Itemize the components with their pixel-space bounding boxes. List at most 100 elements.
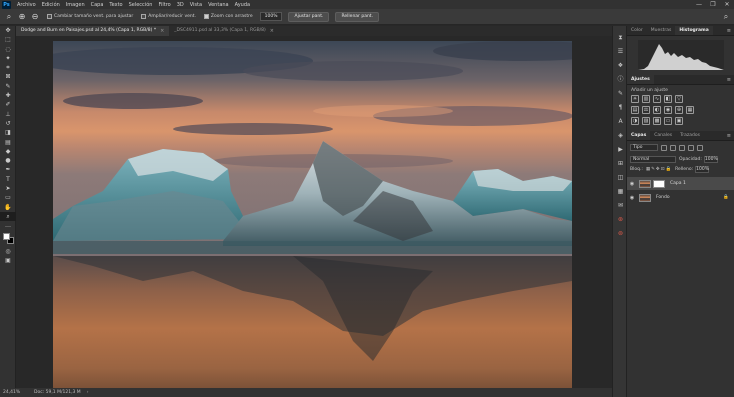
- tab-swatches[interactable]: Muestras: [647, 26, 676, 35]
- plugin-orange-icon[interactable]: ⊚: [613, 228, 628, 239]
- threshold-icon[interactable]: ▩: [653, 117, 661, 125]
- tab-dodge-and-burn[interactable]: Dodge and Burn en Paisajes.psd al 24,4% …: [16, 26, 170, 36]
- canvas-area[interactable]: [16, 36, 612, 388]
- frame-tool-icon[interactable]: ⊠: [0, 72, 16, 81]
- zoom-out-icon[interactable]: ⊖: [30, 12, 40, 22]
- menu-archivo[interactable]: Archivo: [14, 2, 39, 8]
- layer-comps-icon[interactable]: ◫: [613, 172, 628, 183]
- zoom-all-checkbox[interactable]: [141, 14, 147, 19]
- layer-row-capa-1[interactable]: ◉ Capa 1: [627, 177, 734, 190]
- zoom-tool-icon[interactable]: ⌕: [4, 12, 14, 22]
- exposure-icon[interactable]: ◧: [664, 95, 672, 103]
- healing-brush-tool-icon[interactable]: ✚: [0, 91, 16, 100]
- document-image[interactable]: [53, 41, 572, 388]
- rectangle-tool-icon[interactable]: ▭: [0, 193, 16, 202]
- tab-color[interactable]: Color: [627, 26, 647, 35]
- pen-tool-icon[interactable]: ✒: [0, 165, 16, 174]
- resize-windows-checkbox[interactable]: [47, 14, 52, 19]
- panel-menu-icon[interactable]: ≡: [724, 75, 734, 84]
- curves-icon[interactable]: ∿: [653, 95, 661, 103]
- menu-texto[interactable]: Texto: [106, 2, 125, 8]
- filter-pixel-icon[interactable]: [661, 144, 667, 151]
- brightness-contrast-icon[interactable]: ☀: [631, 95, 639, 103]
- scrubby-zoom-option[interactable]: Zoom con arrastre: [203, 14, 253, 19]
- search-icon[interactable]: ⌕: [721, 12, 731, 22]
- lock-icons[interactable]: ▦✎✥⊡🔒: [646, 167, 672, 172]
- fit-screen-button[interactable]: Ajustar pant.: [288, 11, 330, 22]
- tab-paths[interactable]: Trazados: [676, 131, 704, 140]
- color-balance-icon[interactable]: ⚖: [642, 106, 650, 114]
- paragraph-icon[interactable]: ¶: [613, 102, 628, 113]
- status-menu-arrow[interactable]: ›: [87, 390, 89, 395]
- eraser-tool-icon[interactable]: ◨: [0, 128, 16, 137]
- path-selection-tool-icon[interactable]: ➤: [0, 184, 16, 193]
- hue-saturation-icon[interactable]: ▤: [631, 106, 639, 114]
- zoom-all-option[interactable]: Ampliar/reducir vent.: [141, 14, 196, 19]
- visibility-eye-icon[interactable]: ◉: [629, 181, 635, 187]
- menu-edicion[interactable]: Edición: [39, 2, 63, 8]
- minimize-button[interactable]: —: [692, 0, 706, 9]
- photo-filter-icon[interactable]: ◉: [664, 106, 672, 114]
- filter-shape-icon[interactable]: [688, 144, 694, 151]
- gradient-map-icon[interactable]: ▭: [664, 117, 672, 125]
- scrubby-zoom-checkbox[interactable]: [203, 14, 209, 19]
- maximize-button[interactable]: ❐: [706, 0, 720, 9]
- clone-stamp-tool-icon[interactable]: ⊥: [0, 110, 16, 119]
- color-swatches[interactable]: [0, 231, 16, 247]
- menu-capa[interactable]: Capa: [88, 2, 107, 8]
- dodge-tool-icon[interactable]: ●: [0, 156, 16, 165]
- filter-smart-object-icon[interactable]: [697, 144, 703, 151]
- invert-icon[interactable]: ◑: [631, 117, 639, 125]
- foreground-color-swatch[interactable]: [3, 232, 10, 240]
- screen-mode-icon[interactable]: ▣: [0, 256, 16, 265]
- tab-histogram[interactable]: Histograma: [675, 26, 713, 35]
- status-zoom-value[interactable]: 24,41%: [0, 390, 30, 395]
- menu-imagen[interactable]: Imagen: [63, 2, 88, 8]
- notes-icon[interactable]: ✉: [613, 200, 628, 211]
- fill-field[interactable]: 100%: [695, 166, 710, 173]
- lasso-tool-icon[interactable]: ◌: [0, 45, 16, 54]
- type-tool-icon[interactable]: T: [0, 175, 16, 184]
- close-tab-icon[interactable]: ×: [160, 26, 164, 36]
- tool-presets-icon[interactable]: ⊞: [613, 158, 628, 169]
- tab-dsc4911[interactable]: _DSC4911.psd al 33,3% (Capa 1, RGB/8) ×: [169, 26, 279, 36]
- opacity-field[interactable]: 100%: [703, 156, 718, 163]
- eyedropper-tool-icon[interactable]: ✎: [0, 82, 16, 91]
- brush-tool-icon[interactable]: ✐: [0, 100, 16, 109]
- zoom-in-icon[interactable]: ⊕: [17, 12, 27, 22]
- marquee-tool-icon[interactable]: ⬚: [0, 35, 16, 44]
- glyphs-icon[interactable]: ◈: [613, 130, 628, 141]
- history-panel-icon[interactable]: ⧗: [613, 32, 628, 43]
- zoom-tool-selected-icon[interactable]: ⌕: [0, 211, 16, 222]
- blend-mode-dropdown[interactable]: Normal: [630, 156, 676, 163]
- properties-panel-icon[interactable]: ☰: [613, 46, 628, 57]
- channel-mixer-icon[interactable]: ⊕: [675, 106, 683, 114]
- libraries-panel-icon[interactable]: ❖: [613, 60, 628, 71]
- more-tools-icon[interactable]: …: [0, 221, 16, 230]
- tab-channels[interactable]: Canales: [650, 131, 676, 140]
- zoom-value-field[interactable]: 100%: [259, 12, 283, 21]
- crop-tool-icon[interactable]: ⌗: [0, 63, 16, 72]
- visibility-eye-icon[interactable]: ◉: [629, 195, 635, 201]
- layer-kind-dropdown[interactable]: Tipo: [630, 144, 658, 151]
- layer-row-fondo[interactable]: ◉ Fondo 🔒: [627, 191, 734, 204]
- gradient-tool-icon[interactable]: ▤: [0, 138, 16, 147]
- move-tool-icon[interactable]: ✥: [0, 26, 16, 35]
- posterize-icon[interactable]: ▨: [642, 117, 650, 125]
- info-panel-icon[interactable]: ⓘ: [613, 74, 628, 85]
- history-brush-tool-icon[interactable]: ↺: [0, 119, 16, 128]
- tab-layers[interactable]: Capas: [627, 131, 651, 140]
- levels-icon[interactable]: ▥: [642, 95, 650, 103]
- panel-menu-icon[interactable]: ≡: [724, 131, 734, 140]
- menu-vista[interactable]: Vista: [187, 2, 205, 8]
- color-lookup-icon[interactable]: ▦: [686, 106, 694, 114]
- filter-adjustment-icon[interactable]: [670, 144, 676, 151]
- panel-menu-icon[interactable]: ≡: [724, 26, 734, 35]
- styles-icon[interactable]: ▦: [613, 186, 628, 197]
- menu-ayuda[interactable]: Ayuda: [232, 2, 253, 8]
- resize-windows-option[interactable]: Cambiar tamaño vent. para ajustar: [47, 14, 133, 19]
- brush-settings-icon[interactable]: ✎: [613, 88, 628, 99]
- menu-ventana[interactable]: Ventana: [205, 2, 232, 8]
- magic-wand-tool-icon[interactable]: ✦: [0, 54, 16, 63]
- layer-mask-thumbnail[interactable]: [653, 179, 665, 188]
